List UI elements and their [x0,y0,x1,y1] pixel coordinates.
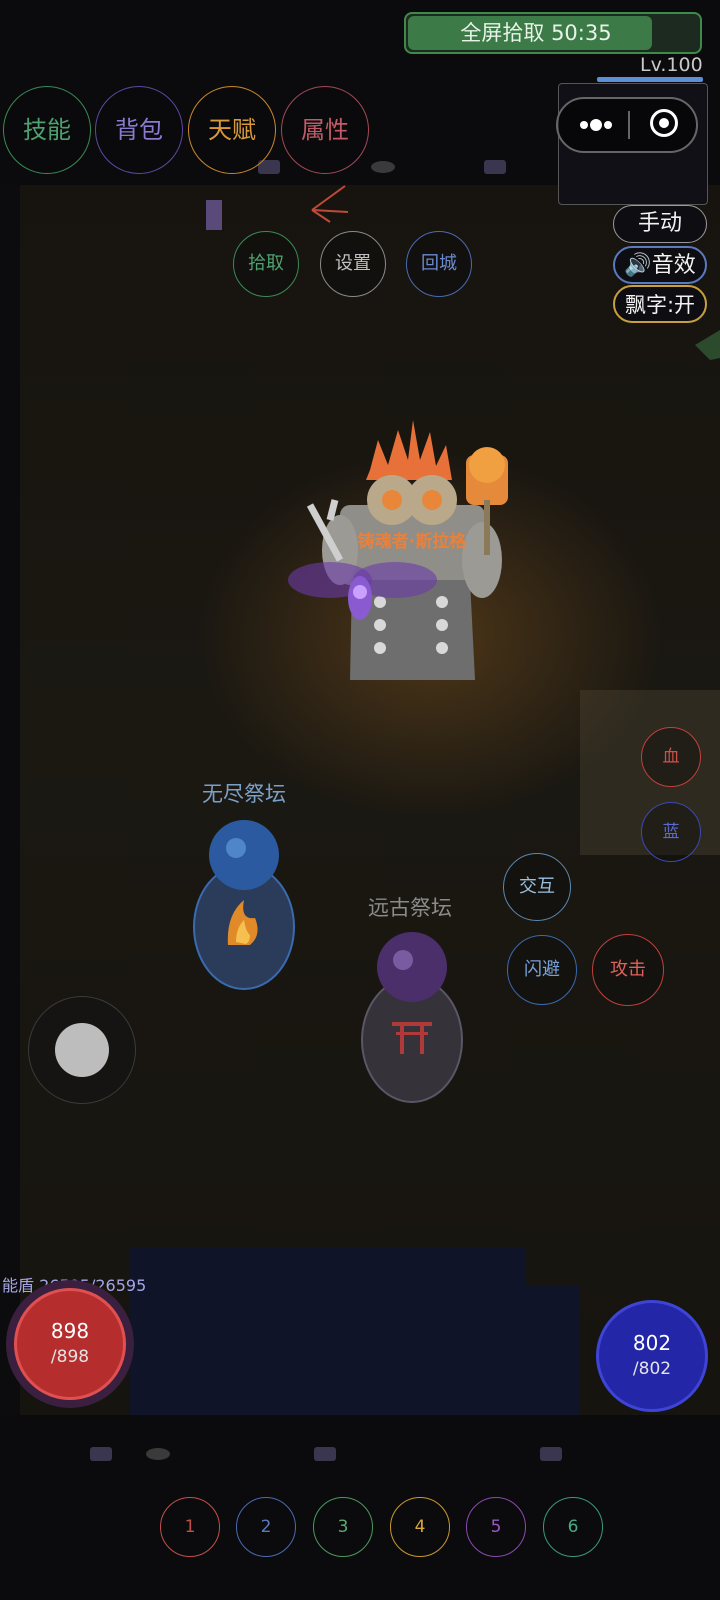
close-miniprogram-icon[interactable] [650,109,678,137]
hp-potion-button[interactable]: 血 [641,727,701,787]
miniprogram-capsule[interactable] [556,97,698,153]
endless-altar [193,820,295,990]
float-text-toggle[interactable]: 飘字:开 [613,285,707,323]
interact-button[interactable]: 交互 [503,853,571,921]
attributes-button[interactable]: 属性 [281,86,369,174]
mp-max: /802 [632,1359,672,1379]
ground-pickups [146,161,395,1460]
attack-button[interactable]: 攻击 [592,934,664,1006]
boss-name-label: 铸魂者·斯拉格 [357,532,467,552]
bag-button[interactable]: 背包 [95,86,183,174]
sound-toggle[interactable]: 🔊音效 [613,246,707,284]
settings-button[interactable]: 设置 [320,231,386,297]
virtual-joystick[interactable] [28,996,136,1104]
mp-orb: 802 /802 [596,1300,708,1412]
ancient-altar [361,932,463,1103]
dodge-button[interactable]: 闪避 [507,935,577,1005]
joystick-knob[interactable] [55,1023,109,1077]
skill-slot-2[interactable]: 2 [236,1497,296,1557]
hp-value: 898 [50,1319,90,1343]
leaf-decoration [695,330,720,360]
ancient-altar-label: 远古祭坛 [368,896,452,920]
return-town-button[interactable]: 回城 [406,231,472,297]
exp-bar [597,77,703,82]
more-icon[interactable] [576,110,616,140]
skill-slot-4[interactable]: 4 [390,1497,450,1557]
capsule-divider [628,111,630,139]
fullscreen-pickup-timer[interactable]: 全屏拾取 50:35 [404,12,702,54]
mode-toggle[interactable]: 手动 [613,205,707,243]
hp-orb: 898 /898 [14,1288,126,1400]
talent-button[interactable]: 天赋 [188,86,276,174]
mp-potion-button[interactable]: 蓝 [641,802,701,862]
skills-button[interactable]: 技能 [3,86,91,174]
pickup-button[interactable]: 拾取 [233,231,299,297]
player-level: Lv.100 [640,54,703,76]
skill-slot-1[interactable]: 1 [160,1497,220,1557]
skill-slot-5[interactable]: 5 [466,1497,526,1557]
skill-slot-6[interactable]: 6 [543,1497,603,1557]
endless-altar-label: 无尽祭坛 [202,782,286,806]
hp-max: /898 [50,1347,90,1367]
skill-slot-3[interactable]: 3 [313,1497,373,1557]
timer-label: 全屏拾取 50:35 [460,21,612,45]
mp-value: 802 [632,1331,672,1355]
